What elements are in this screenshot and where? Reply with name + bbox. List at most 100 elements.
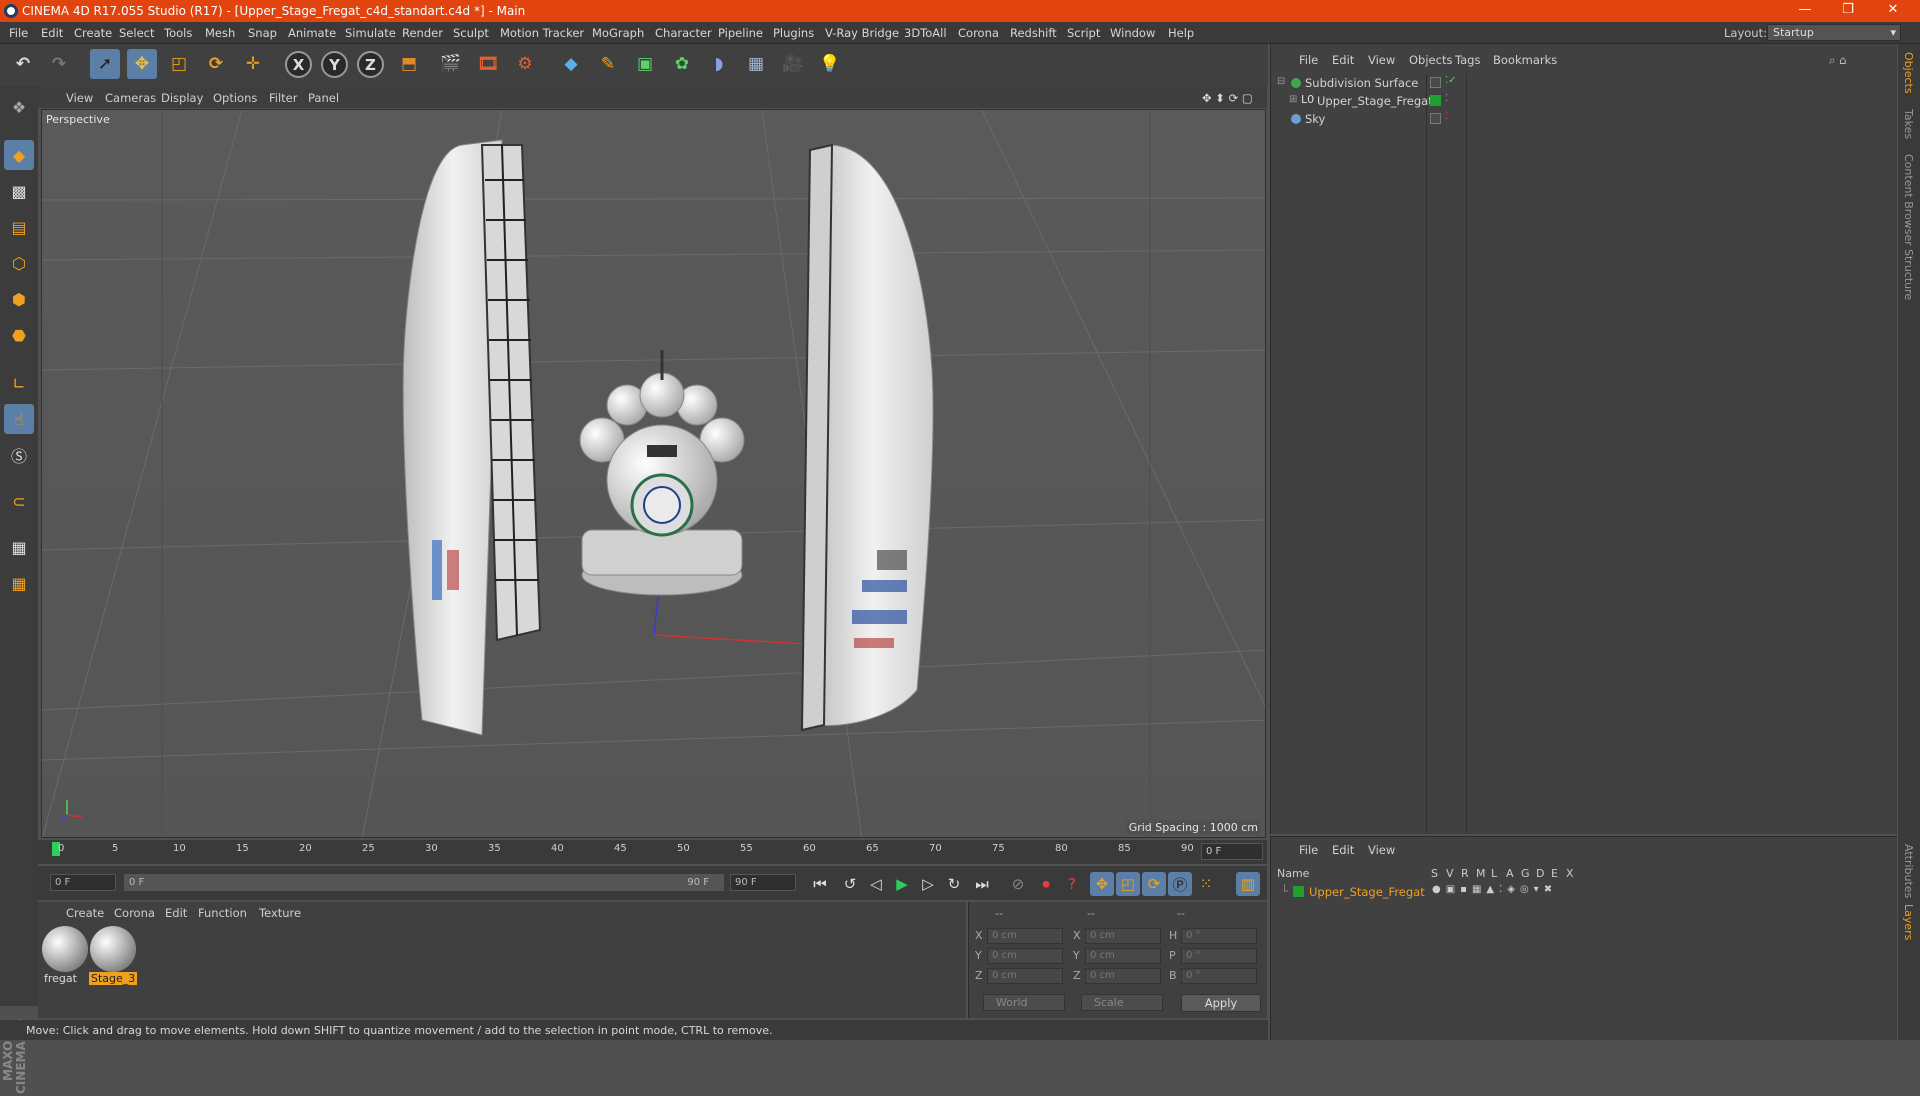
layout-select[interactable]: Startup ▾ — [1767, 24, 1901, 41]
menu-create[interactable]: Create — [74, 26, 112, 40]
menu-edit[interactable]: Edit — [41, 26, 63, 40]
rotate-tool-icon[interactable]: ⟳ — [201, 49, 231, 79]
layer-flags-icons[interactable]: ●▣▪▦▲⁚◈◎▾✖ — [1432, 884, 1557, 895]
object-row-sky[interactable]: Sky ⁚ — [1275, 110, 1895, 128]
undo-icon[interactable]: ↶ — [8, 49, 38, 79]
size-x-field[interactable]: 0 cm — [1085, 928, 1161, 944]
menu-corona[interactable]: Corona — [958, 26, 999, 40]
planar-workplane-icon[interactable]: ▦ — [4, 568, 34, 598]
material-swatch-stage3[interactable] — [90, 926, 136, 972]
pen-spline-icon[interactable]: ✎ — [593, 49, 623, 79]
size-y-field[interactable]: 0 cm — [1085, 948, 1161, 964]
tab-structure[interactable]: Structure — [1902, 249, 1915, 300]
position-z-field[interactable]: 0 cm — [987, 968, 1063, 984]
tab-objects[interactable]: Objects — [1902, 52, 1915, 94]
menu-window[interactable]: Window — [1110, 26, 1155, 40]
layer-color-icon[interactable] — [1293, 886, 1304, 897]
layer-row-upper-stage-fregat[interactable]: └ Upper_Stage_Fregat ●▣▪▦▲⁚◈◎▾✖ — [1275, 883, 1895, 901]
edges-mode-icon[interactable]: ⬢ — [4, 284, 34, 314]
perspective-viewport[interactable]: Perspective Grid Spacing : 1000 cm — [41, 109, 1266, 838]
layer-menu-edit[interactable]: Edit — [1332, 843, 1354, 857]
autokeying-icon[interactable]: ⏺ — [1034, 872, 1058, 896]
coordinate-system-icon[interactable]: ⬒ — [394, 49, 424, 79]
timeline-ruler[interactable]: 0 5 10 15 20 25 30 35 40 45 50 55 60 65 … — [38, 840, 1267, 864]
previous-key-icon[interactable]: ↺ — [838, 872, 862, 896]
menu-help[interactable]: Help — [1168, 26, 1194, 40]
layer-box-icon[interactable] — [1430, 77, 1441, 88]
rotation-h-field[interactable]: 0 ° — [1181, 928, 1257, 944]
menu-tools[interactable]: Tools — [164, 26, 192, 40]
cloner-icon[interactable]: ✿ — [667, 49, 697, 79]
make-editable-icon[interactable]: ❖ — [4, 92, 34, 122]
rotation-b-field[interactable]: 0 ° — [1181, 968, 1257, 984]
transform-tool-icon[interactable]: ✛ — [238, 49, 268, 79]
y-axis-lock-button[interactable]: Y — [321, 51, 348, 78]
light-icon[interactable]: 💡 — [815, 49, 845, 79]
object-menu-tags[interactable]: Tags — [1455, 53, 1480, 67]
transform-mode-select[interactable]: Scale — [1081, 994, 1163, 1011]
object-menu-bookmarks[interactable]: Bookmarks — [1493, 53, 1557, 67]
menu-file[interactable]: File — [9, 26, 28, 40]
play-icon[interactable]: ▶ — [890, 872, 914, 896]
menu-mograph[interactable]: MoGraph — [592, 26, 644, 40]
menu-3dtoall[interactable]: 3DToAll — [904, 26, 947, 40]
tab-attributes[interactable]: Attributes — [1902, 844, 1915, 898]
menu-sculpt[interactable]: Sculpt — [453, 26, 489, 40]
layer-color-icon[interactable] — [1430, 95, 1441, 106]
key-scale-icon[interactable]: ◰ — [1116, 872, 1140, 896]
polygons-mode-icon[interactable]: ⬣ — [4, 320, 34, 350]
key-parameter-icon[interactable]: Ⓟ — [1168, 872, 1192, 896]
coordinate-mode-select[interactable]: World — [983, 994, 1065, 1011]
object-menu-view[interactable]: View — [1368, 53, 1395, 67]
axis-mode-icon[interactable]: ∟ — [4, 368, 34, 398]
go-to-end-icon[interactable]: ⏭ — [970, 872, 994, 896]
object-menu-edit[interactable]: Edit — [1332, 53, 1354, 67]
subdivision-surface-icon[interactable]: ▣ — [630, 49, 660, 79]
layer-menu-view[interactable]: View — [1368, 843, 1395, 857]
current-frame-field[interactable]: 0 F — [1201, 843, 1263, 860]
next-key-icon[interactable]: ↻ — [942, 872, 966, 896]
key-pla-icon[interactable]: ⁙ — [1194, 872, 1218, 896]
object-row-upper-stage-fregat[interactable]: ⊞ L0 Upper_Stage_Fregat ⁚ — [1275, 92, 1895, 110]
go-to-start-icon[interactable]: ⏮ — [808, 872, 832, 896]
enabled-check-icon[interactable]: ⁚✓ — [1445, 75, 1457, 86]
x-axis-lock-button[interactable]: X — [285, 51, 312, 78]
position-y-field[interactable]: 0 cm — [987, 948, 1063, 964]
viewport-menu-cameras[interactable]: Cameras — [105, 91, 156, 105]
menu-character[interactable]: Character — [655, 26, 712, 40]
render-picture-viewer-icon[interactable]: 🎞 — [473, 49, 503, 79]
snapping-icon[interactable]: Ⓢ — [4, 440, 34, 470]
move-tool-icon[interactable]: ✥ — [127, 49, 157, 79]
viewport-menu-filter[interactable]: Filter — [269, 91, 297, 105]
menu-pipeline[interactable]: Pipeline — [718, 26, 763, 40]
keyframe-selection-icon[interactable]: ? — [1060, 872, 1084, 896]
menu-select[interactable]: Select — [119, 26, 154, 40]
material-menu-create[interactable]: Create — [66, 906, 104, 920]
material-swatch-fregat[interactable] — [42, 926, 88, 972]
scale-tool-icon[interactable]: ◰ — [164, 49, 194, 79]
frame-range-slider[interactable]: 0 F 90 F — [124, 874, 724, 891]
restore-button[interactable]: ❐ — [1833, 2, 1863, 17]
select-tool-icon[interactable]: ➚ — [90, 49, 120, 79]
viewport-menu-display[interactable]: Display — [161, 91, 203, 105]
menu-motion-tracker[interactable]: Motion Tracker — [500, 26, 584, 40]
object-menu-file[interactable]: File — [1299, 53, 1318, 67]
record-keys-icon[interactable]: ⊘ — [1006, 872, 1030, 896]
deformer-icon[interactable]: ◗ — [704, 49, 734, 79]
layer-menu-file[interactable]: File — [1299, 843, 1318, 857]
layer-box-icon[interactable] — [1430, 113, 1441, 124]
viewport-menu-options[interactable]: Options — [213, 91, 257, 105]
texture-mode-icon[interactable]: ▩ — [4, 176, 34, 206]
visibility-dots-icon[interactable]: ⁚ — [1445, 111, 1448, 122]
minimize-button[interactable]: — — [1790, 2, 1820, 17]
menu-mesh[interactable]: Mesh — [205, 26, 235, 40]
workplane-mode-icon[interactable]: ▤ — [4, 212, 34, 242]
menu-render[interactable]: Render — [402, 26, 443, 40]
viewport-menu-view[interactable]: View — [66, 91, 93, 105]
redo-icon[interactable]: ↷ — [44, 49, 74, 79]
menu-script[interactable]: Script — [1067, 26, 1100, 40]
tab-layers[interactable]: Layers — [1902, 904, 1915, 940]
end-frame-field[interactable]: 90 F — [730, 874, 796, 891]
visibility-dots-icon[interactable]: ⁚ — [1445, 93, 1448, 104]
rotation-p-field[interactable]: 0 ° — [1181, 948, 1257, 964]
